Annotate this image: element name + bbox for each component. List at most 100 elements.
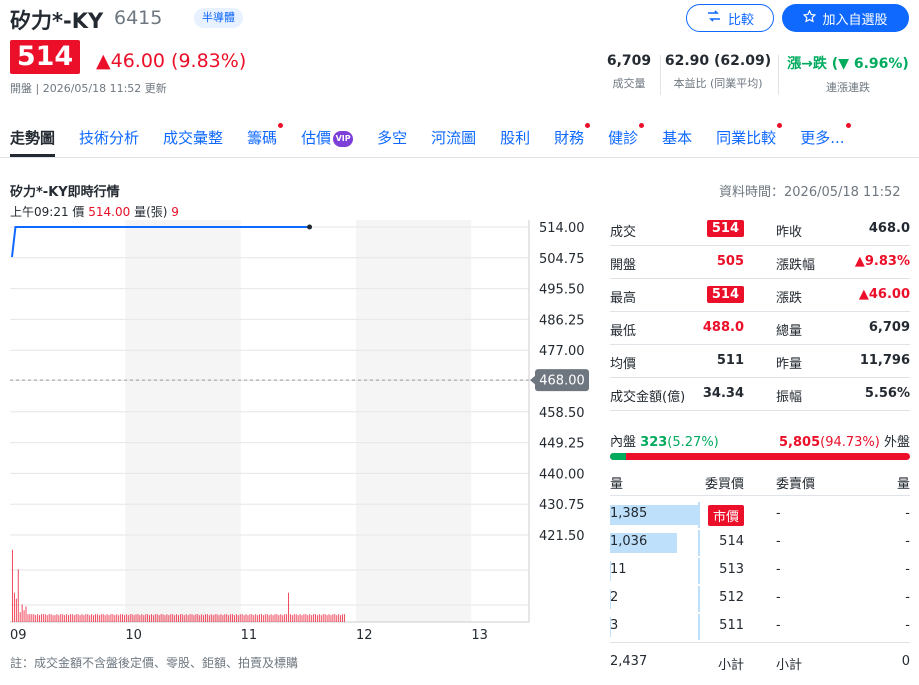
volume-bar xyxy=(245,614,247,622)
volume-bar xyxy=(91,614,93,622)
tab-label: 股利 xyxy=(500,129,531,147)
quote-value-text: 514 xyxy=(706,286,744,303)
volume-bar xyxy=(12,549,13,622)
volume-bar xyxy=(152,615,154,622)
quote-label-text: 總量 xyxy=(776,324,803,339)
quote-value: 6,709 xyxy=(869,320,910,335)
tab-2[interactable]: 成交彙整 xyxy=(163,127,235,157)
tab-3[interactable]: 籌碼 xyxy=(247,123,289,157)
volume-bar xyxy=(305,614,307,622)
volume-bar xyxy=(98,615,100,622)
quote-value-text: ▲9.83% xyxy=(854,254,910,269)
new-dot-icon xyxy=(845,123,851,128)
tab-11[interactable]: 同業比較 xyxy=(716,123,788,157)
volume-bar xyxy=(123,615,125,622)
volume-bar xyxy=(54,615,56,622)
volume-bar xyxy=(139,615,141,622)
tab-label: 估價 xyxy=(301,129,332,147)
volume-bar xyxy=(46,615,48,622)
quote-value: 468.0 xyxy=(869,221,910,236)
quote-label: 漲跌 xyxy=(776,287,802,306)
divider xyxy=(778,55,779,95)
volume-bar xyxy=(276,614,278,622)
volume-bar xyxy=(301,615,303,622)
volume-bar xyxy=(56,614,58,622)
quote-value-text: 488.0 xyxy=(702,320,744,335)
quote-label-text: 漲跌 xyxy=(776,291,803,306)
bid-bar-rail xyxy=(698,558,700,584)
volume-bar xyxy=(127,615,129,622)
volume-bar xyxy=(212,615,214,622)
intraday-chart[interactable]: 514.00 504.75 495.50 486.25 477.00 468.00 458.… xyxy=(0,215,600,650)
volume-bar xyxy=(320,615,322,622)
ask-price: - xyxy=(776,534,781,549)
volume-bar xyxy=(328,614,330,622)
quote-value-text: 6,709 xyxy=(868,320,910,335)
quote-row: 最高 514 漲跌 ▲46.00 xyxy=(610,279,910,312)
volume-bar xyxy=(197,614,199,622)
volume-bar xyxy=(50,614,52,622)
volume-bar xyxy=(233,615,235,622)
quote-value: 514 xyxy=(706,220,744,237)
volume-bar xyxy=(293,614,295,622)
bid-bar-rail xyxy=(698,586,700,612)
volume-bar xyxy=(131,614,133,622)
tab-6[interactable]: 河流圖 xyxy=(431,127,488,157)
tab-label: 同業比較 xyxy=(716,129,777,147)
volume-bar xyxy=(58,615,60,622)
volume-bar xyxy=(311,615,313,622)
inout-bar xyxy=(610,453,910,460)
ask-volume: - xyxy=(905,590,910,605)
tab-9[interactable]: 健診 xyxy=(608,123,650,157)
quote-label: 昨收 xyxy=(776,221,802,240)
bid-volume: 1,385 xyxy=(610,506,648,521)
tab-5[interactable]: 多空 xyxy=(377,127,419,157)
tab-7[interactable]: 股利 xyxy=(500,127,542,157)
volume-bar xyxy=(216,614,218,622)
volume-bar xyxy=(286,614,288,622)
volume-bar xyxy=(220,614,222,622)
orderbook-divider xyxy=(610,495,910,496)
tab-10[interactable]: 基本 xyxy=(662,127,704,157)
x-tick-label: 11 xyxy=(241,628,258,643)
volume-bar xyxy=(185,614,187,622)
hour-band xyxy=(356,220,472,622)
volume-bar xyxy=(52,615,54,622)
tab-0[interactable]: 走勢圖 xyxy=(10,127,67,157)
stat-value: 漲→跌 (▼ 6.96%) xyxy=(787,56,909,72)
stat-streak: 漲→跌 (▼ 6.96%) 連漲連跌 xyxy=(784,53,912,95)
industry-badge[interactable]: 半導體 xyxy=(194,8,243,28)
ask-subtotal-label: 小計 xyxy=(776,658,803,673)
compare-button[interactable]: 比較 xyxy=(686,4,774,32)
tab-8[interactable]: 財務 xyxy=(554,123,596,157)
y-tick-label: 421.50 xyxy=(539,529,585,544)
volume-bar xyxy=(334,614,336,622)
tab-4[interactable]: 估價 VIP xyxy=(301,127,365,157)
price-change: ▲46.00 (9.83%) xyxy=(96,50,247,72)
quote-label-text: 昨收 xyxy=(776,225,803,240)
inner-label: 內盤 xyxy=(610,435,637,450)
quote-value: ▲46.00 xyxy=(859,287,910,302)
quote-value: 488.0 xyxy=(703,320,744,335)
volume-bar xyxy=(122,614,124,622)
volume-bar xyxy=(251,614,253,622)
tab-12[interactable]: 更多... xyxy=(800,123,856,157)
inner-volume: 內盤 323(5.27%) xyxy=(610,431,719,450)
volume-bar xyxy=(206,614,208,622)
chart-title: 矽力*-KY即時行情 xyxy=(10,185,120,200)
add-watchlist-button[interactable]: 加入自選股 xyxy=(782,4,909,32)
quote-value-text: 514 xyxy=(706,220,744,237)
ask-total: 0 xyxy=(901,654,910,669)
volume-bar xyxy=(307,615,309,622)
x-tick-label: 10 xyxy=(125,628,142,643)
update-time: 開盤 | 2026/05/18 11:52 更新 xyxy=(10,82,167,95)
tab-label: 成交彙整 xyxy=(163,129,224,147)
volume-bar xyxy=(62,614,64,622)
volume-bar xyxy=(23,610,25,622)
volume-bar xyxy=(67,615,69,622)
tab-1[interactable]: 技術分析 xyxy=(79,127,151,157)
quote-label-text: 振幅 xyxy=(776,390,803,405)
divider xyxy=(660,55,661,95)
volume-bar xyxy=(17,569,19,622)
bid-price: 513 xyxy=(719,562,744,577)
